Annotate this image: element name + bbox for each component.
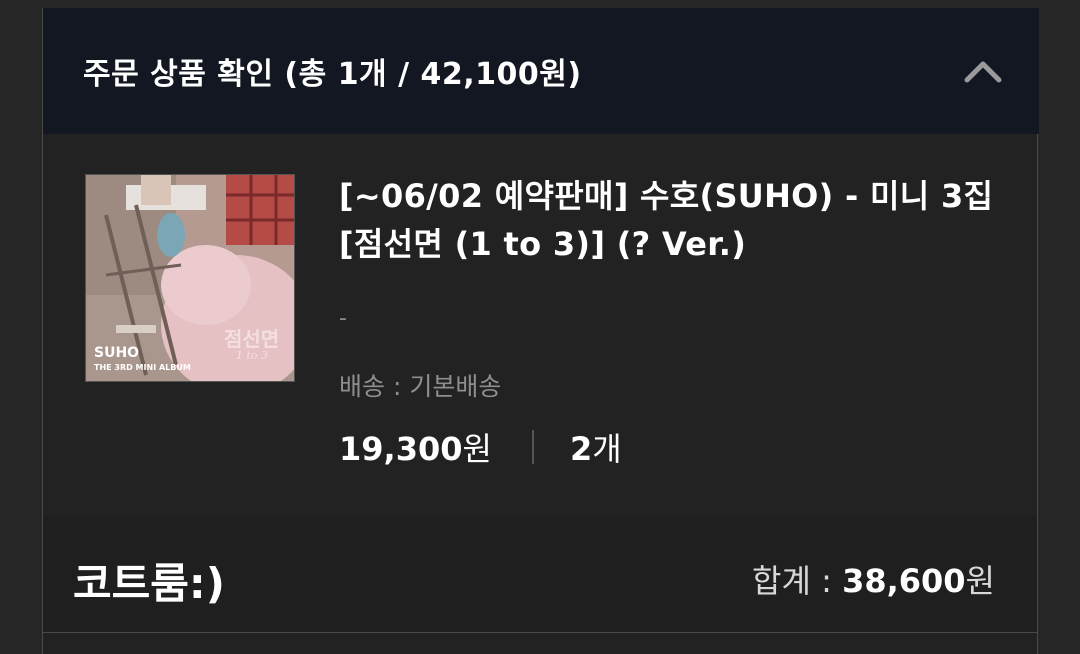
order-page: 주문 상품 확인 (총 1개 / 42,100원) SUHO THE 3RD M…: [0, 0, 1080, 654]
quantity: 2개: [570, 424, 622, 470]
product-item: SUHO THE 3RD MINI ALBUM 점선면 1 to 3 [~06/…: [43, 134, 1037, 516]
section-divider: [43, 632, 1037, 633]
order-panel: 주문 상품 확인 (총 1개 / 42,100원) SUHO THE 3RD M…: [42, 8, 1039, 654]
shop-summary: 코트룸:) 합계 : 38,600원: [43, 516, 1037, 632]
quantity-value: 2: [569, 430, 593, 468]
order-summary-header[interactable]: 주문 상품 확인 (총 1개 / 42,100원): [43, 8, 1039, 134]
price-quantity-row: 19,300원 2개: [339, 424, 622, 470]
album-cover-thumbnail[interactable]: SUHO THE 3RD MINI ALBUM 점선면 1 to 3: [85, 174, 295, 382]
order-total: 합계 : 38,600원: [752, 556, 995, 602]
quantity-unit: 개: [592, 430, 622, 468]
unit-price: 19,300원: [339, 424, 492, 470]
total-currency: 원: [965, 562, 995, 600]
product-option: -: [339, 306, 347, 331]
album-brand-label: SUHO: [94, 345, 140, 361]
album-logo-label: 점선면: [224, 327, 280, 351]
chevron-up-icon[interactable]: [963, 52, 1003, 92]
total-value: 38,600: [842, 562, 966, 600]
price-divider: [531, 430, 534, 464]
unit-price-value: 19,300: [339, 430, 463, 468]
total-label: 합계 :: [752, 562, 843, 600]
order-title: 주문 상품 확인 (총 1개 / 42,100원): [83, 57, 582, 92]
shipping-method: 배송 : 기본배송: [339, 372, 502, 401]
unit-price-currency: 원: [462, 430, 492, 468]
product-name[interactable]: [~06/02 예약판매] 수호(SUHO) - 미니 3집 [점선면 (1 t…: [339, 172, 1009, 268]
album-logo-sub-label: 1 to 3: [236, 349, 269, 362]
shop-name[interactable]: 코트룸:): [73, 550, 225, 611]
album-subtitle-label: THE 3RD MINI ALBUM: [94, 363, 191, 372]
